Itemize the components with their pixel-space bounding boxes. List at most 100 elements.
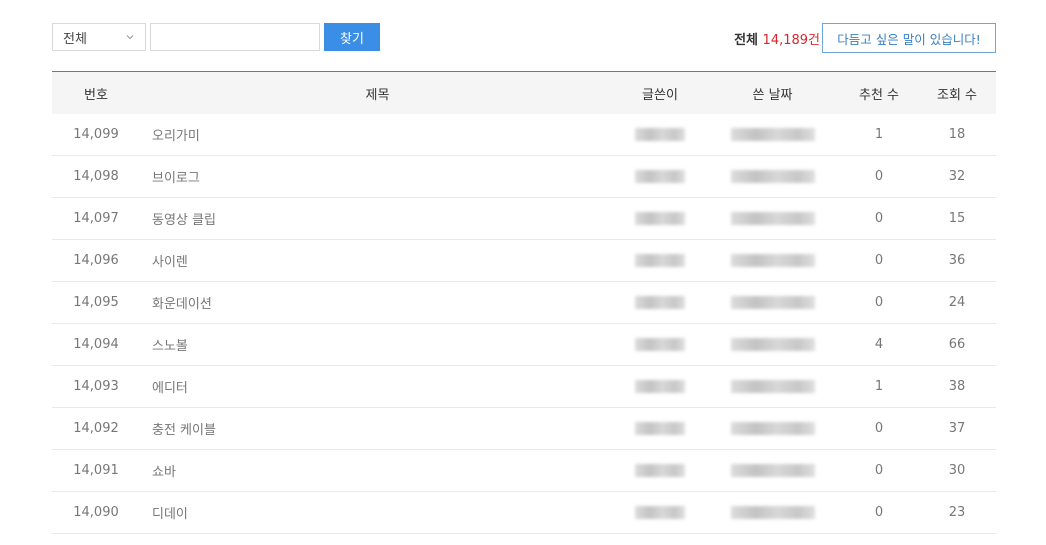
redacted-author xyxy=(635,170,685,183)
post-author-redacted xyxy=(615,407,705,450)
header-title: 제목 xyxy=(365,87,390,103)
post-title-link[interactable]: 에디터 xyxy=(140,365,615,408)
total-label: 전체 xyxy=(734,33,759,48)
post-view-count: 37 xyxy=(918,407,996,450)
post-recommend-count: 0 xyxy=(840,239,918,282)
total-count: 전체 14,189건 xyxy=(734,29,820,48)
post-date-redacted xyxy=(705,407,840,450)
post-author-redacted xyxy=(615,114,705,156)
post-view-count: 32 xyxy=(918,155,996,198)
post-author-redacted xyxy=(615,197,705,240)
post-recommend-count: 0 xyxy=(840,491,918,534)
table-row[interactable]: 14,094 스노볼 4 66 xyxy=(52,323,996,366)
post-recommend-count: 0 xyxy=(840,281,918,324)
post-author-redacted xyxy=(615,365,705,408)
table-row[interactable]: 14,093 에디터 1 38 xyxy=(52,365,996,408)
table-row[interactable]: 14,099 오리가미 1 18 xyxy=(52,114,996,156)
redacted-author xyxy=(635,422,685,435)
redacted-author xyxy=(635,506,685,519)
post-title-link[interactable]: 브이로그 xyxy=(140,155,615,198)
header-date: 쓴 날짜 xyxy=(752,87,793,103)
redacted-date xyxy=(730,422,815,435)
table-row[interactable]: 14,092 충전 케이블 0 37 xyxy=(52,407,996,450)
post-view-count: 23 xyxy=(918,491,996,534)
table-header-row: 번호 제목 글쓴이 쓴 날짜 추천 수 조회 수 xyxy=(52,71,996,114)
redacted-date xyxy=(730,128,815,141)
header-author: 글쓴이 xyxy=(642,87,678,103)
post-view-count: 38 xyxy=(918,365,996,408)
post-title-link[interactable]: 동영상 클립 xyxy=(140,197,615,240)
table-row[interactable]: 14,097 동영상 클립 0 15 xyxy=(52,197,996,240)
post-date-redacted xyxy=(705,281,840,324)
post-date-redacted xyxy=(705,155,840,198)
redacted-date xyxy=(730,296,815,309)
header-recommend: 추천 수 xyxy=(858,87,899,103)
post-date-redacted xyxy=(705,197,840,240)
table-row[interactable]: 14,098 브이로그 0 32 xyxy=(52,155,996,198)
post-number: 14,096 xyxy=(52,239,140,282)
post-number: 14,091 xyxy=(52,449,140,492)
post-date-redacted xyxy=(705,449,840,492)
post-view-count: 30 xyxy=(918,449,996,492)
redacted-date xyxy=(730,170,815,183)
post-recommend-count: 0 xyxy=(840,407,918,450)
total-count-value: 14,189건 xyxy=(762,33,820,48)
post-title-link[interactable]: 충전 케이블 xyxy=(140,407,615,450)
search-scope-select[interactable]: 전체 xyxy=(52,23,146,51)
post-view-count: 15 xyxy=(918,197,996,240)
redacted-author xyxy=(635,254,685,267)
chevron-down-icon xyxy=(126,35,134,40)
post-date-redacted xyxy=(705,491,840,534)
post-recommend-count: 4 xyxy=(840,323,918,366)
redacted-author xyxy=(635,296,685,309)
post-title-link[interactable]: 화운데이션 xyxy=(140,281,615,324)
redacted-date xyxy=(730,254,815,267)
redacted-date xyxy=(730,338,815,351)
post-title-link[interactable]: 오리가미 xyxy=(140,114,615,156)
post-number: 14,099 xyxy=(52,114,140,156)
board-table: 번호 제목 글쓴이 쓴 날짜 추천 수 조회 수 14,099 오리가미 1 18 14… xyxy=(52,71,996,534)
search-button[interactable]: 찾기 xyxy=(324,23,380,51)
post-date-redacted xyxy=(705,323,840,366)
board-toolbar: 전체 찾기 전체 14,189건 다듬고 싶은 말이 있습니다! xyxy=(52,23,996,53)
post-date-redacted xyxy=(705,114,840,156)
table-row[interactable]: 14,095 화운데이션 0 24 xyxy=(52,281,996,324)
post-number: 14,094 xyxy=(52,323,140,366)
redacted-date xyxy=(730,212,815,225)
post-author-redacted xyxy=(615,281,705,324)
header-number: 번호 xyxy=(84,87,108,103)
search-scope-value: 전체 xyxy=(63,31,87,47)
post-view-count: 36 xyxy=(918,239,996,282)
post-title-link[interactable]: 사이렌 xyxy=(140,239,615,282)
redacted-date xyxy=(730,506,815,519)
post-number: 14,098 xyxy=(52,155,140,198)
post-author-redacted xyxy=(615,491,705,534)
post-view-count: 66 xyxy=(918,323,996,366)
post-recommend-count: 0 xyxy=(840,449,918,492)
post-title-link[interactable]: 디데이 xyxy=(140,491,615,534)
post-date-redacted xyxy=(705,365,840,408)
redacted-author xyxy=(635,464,685,477)
post-recommend-count: 1 xyxy=(840,365,918,408)
table-row[interactable]: 14,090 디데이 0 23 xyxy=(52,491,996,534)
post-number: 14,092 xyxy=(52,407,140,450)
redacted-author xyxy=(635,380,685,393)
post-title-link[interactable]: 스노볼 xyxy=(140,323,615,366)
post-number: 14,095 xyxy=(52,281,140,324)
redacted-date xyxy=(730,464,815,477)
redacted-author xyxy=(635,128,685,141)
post-title-link[interactable]: 쇼바 xyxy=(140,449,615,492)
post-number: 14,097 xyxy=(52,197,140,240)
post-number: 14,090 xyxy=(52,491,140,534)
redacted-author xyxy=(635,338,685,351)
table-row[interactable]: 14,091 쇼바 0 30 xyxy=(52,449,996,492)
post-view-count: 18 xyxy=(918,114,996,156)
post-number: 14,093 xyxy=(52,365,140,408)
write-post-button[interactable]: 다듬고 싶은 말이 있습니다! xyxy=(822,23,996,53)
post-author-redacted xyxy=(615,323,705,366)
redacted-date xyxy=(730,380,815,393)
table-row[interactable]: 14,096 사이렌 0 36 xyxy=(52,239,996,282)
post-recommend-count: 1 xyxy=(840,114,918,156)
search-input[interactable] xyxy=(150,23,320,51)
post-recommend-count: 0 xyxy=(840,197,918,240)
